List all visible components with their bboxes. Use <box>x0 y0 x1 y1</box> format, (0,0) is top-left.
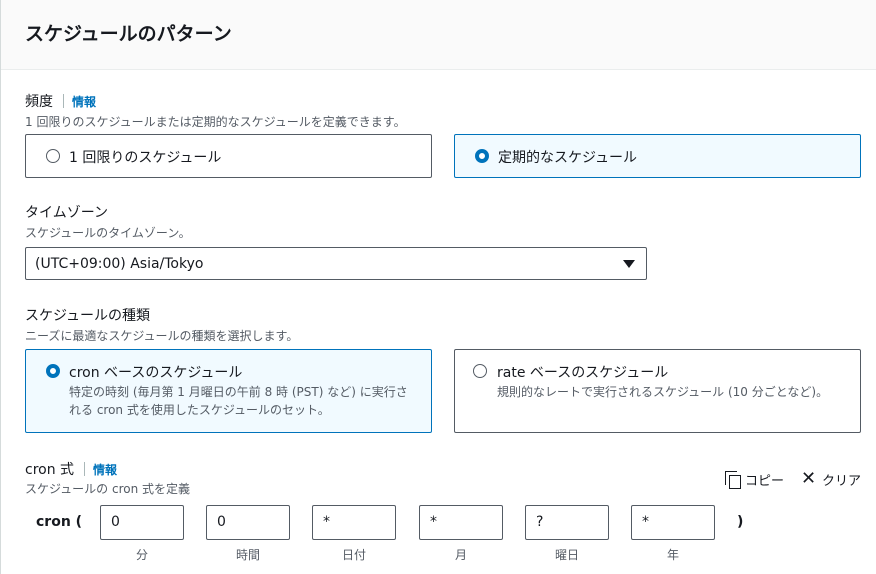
cron-field-month[interactable]: * <box>419 505 503 540</box>
radio-rate[interactable] <box>473 364 487 378</box>
cron-info-link[interactable]: 情報 <box>93 463 117 477</box>
frequency-option-recurring-label: 定期的なスケジュール <box>498 150 638 166</box>
caret-down-icon <box>623 260 635 268</box>
panel-header: スケジュールのパターン <box>1 0 876 70</box>
cron-field-minutes-label: 分 <box>135 548 148 562</box>
schedule-type-label: スケジュールの種類 <box>25 308 151 324</box>
schedule-type-option-cron[interactable]: cron ベースのスケジュール 特定の時刻 (毎月第 1 月曜日の午前 8 時 … <box>25 349 432 433</box>
cron-label-row: cron 式 情報 <box>25 459 117 479</box>
divider <box>84 462 86 476</box>
frequency-label-row: 頻度 情報 <box>25 91 96 111</box>
radio-one-time[interactable] <box>46 149 60 163</box>
timezone-description: スケジュールのタイムゾーン。 <box>25 226 191 240</box>
schedule-type-option-rate[interactable]: rate ベースのスケジュール 規則的なレートで実行されるスケジュール (10 … <box>454 349 861 433</box>
frequency-info-link[interactable]: 情報 <box>72 95 96 109</box>
cron-field-day-of-week[interactable]: ? <box>525 505 609 540</box>
schedule-pattern-panel: スケジュールのパターン 頻度 情報 1 回限りのスケジュールまたは定期的なスケジュ… <box>0 0 876 574</box>
schedule-type-option-cron-label: cron ベースのスケジュール <box>69 365 243 381</box>
timezone-label: タイムゾーン <box>25 205 109 221</box>
cron-prefix: cron ( <box>36 514 83 530</box>
frequency-option-recurring[interactable]: 定期的なスケジュール <box>454 134 861 178</box>
schedule-type-option-cron-description: 特定の時刻 (毎月第 1 月曜日の午前 8 時 (PST) など) に実行される… <box>69 385 408 417</box>
schedule-type-option-rate-description: 規則的なレートで実行されるスケジュール (10 分ごとなど)。 <box>497 385 829 399</box>
cron-field-minutes[interactable]: 0 <box>100 505 184 540</box>
cron-suffix: ) <box>737 514 744 530</box>
cron-field-hours[interactable]: 0 <box>206 505 290 540</box>
frequency-label: 頻度 <box>25 94 53 110</box>
copy-icon[interactable] <box>725 471 742 489</box>
frequency-description: 1 回限りのスケジュールまたは定期的なスケジュールを定義できます。 <box>25 115 406 129</box>
radio-recurring[interactable] <box>475 149 489 163</box>
schedule-type-description: ニーズに最適なスケジュールの種類を選択します。 <box>25 329 299 343</box>
close-icon[interactable]: ✕ <box>801 470 816 488</box>
frequency-option-one-time[interactable]: 1 回限りのスケジュール <box>25 134 432 178</box>
radio-cron[interactable] <box>46 364 60 378</box>
divider <box>63 94 64 108</box>
clear-button[interactable]: クリア <box>822 470 861 489</box>
cron-field-year-label: 年 <box>666 548 679 562</box>
cron-field-day-of-month-label: 日付 <box>341 548 366 562</box>
frequency-option-one-time-label: 1 回限りのスケジュール <box>69 150 222 166</box>
cron-field-day-of-month[interactable]: * <box>312 505 396 540</box>
cron-field-year[interactable]: * <box>631 505 715 540</box>
copy-button[interactable]: コピー <box>745 470 784 489</box>
panel-title: スケジュールのパターン <box>25 23 232 45</box>
cron-field-month-label: 月 <box>454 548 467 562</box>
cron-description: スケジュールの cron 式を定義 <box>25 482 191 496</box>
timezone-select-value: (UTC+09:00) Asia/Tokyo <box>35 256 204 272</box>
timezone-select[interactable]: (UTC+09:00) Asia/Tokyo <box>25 247 647 280</box>
schedule-type-option-rate-label: rate ベースのスケジュール <box>497 365 669 381</box>
cron-field-day-of-week-label: 曜日 <box>554 548 579 562</box>
cron-field-hours-label: 時間 <box>235 548 260 562</box>
cron-label: cron 式 <box>25 462 75 478</box>
